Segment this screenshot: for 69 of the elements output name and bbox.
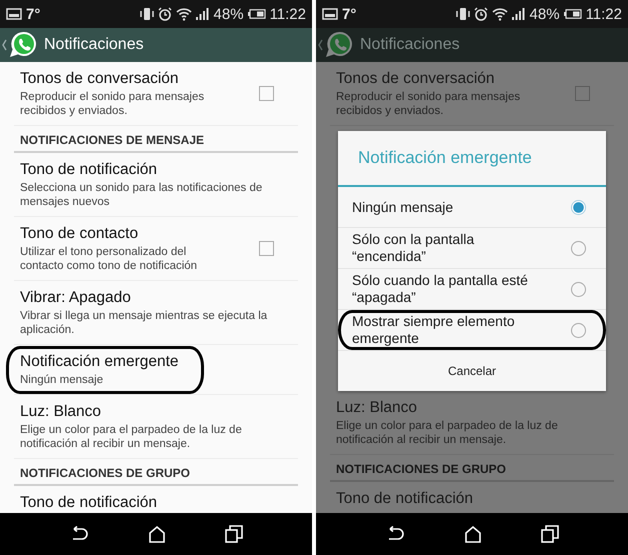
option-label: Sólo cuando la pantalla esté “apagada” bbox=[352, 272, 529, 306]
settings-item[interactable]: Tonos de conversación Reproducir el sonido para mensajes recibidos y enviados. bbox=[14, 62, 298, 126]
battery-percent: 48% bbox=[530, 6, 560, 22]
cancel-button[interactable]: Cancelar bbox=[338, 351, 606, 391]
setting-title: Luz: Blanco bbox=[336, 398, 418, 417]
setting-title: Tonos de conversación bbox=[336, 69, 496, 88]
vibrate-icon bbox=[140, 7, 154, 21]
setting-title: Luz: Blanco bbox=[20, 402, 102, 421]
home-icon[interactable] bbox=[148, 525, 166, 543]
setting-summary: Reproducir el sonido para mensajes recibidos y enviados. bbox=[20, 90, 206, 118]
section-header: NOTIFICACIONES DE GRUPO bbox=[20, 466, 190, 480]
settings-item[interactable]: Vibrar: Apagado Vibrar si llega un mensaje mientras se ejecuta la aplicación. bbox=[14, 281, 298, 345]
recent-apps-icon[interactable] bbox=[224, 525, 243, 543]
settings-item[interactable]: Luz: Blanco Elige un color para el parpadeo de la luz de notificación al recibir un mensaje. bbox=[330, 391, 614, 455]
notification-text: 7° bbox=[342, 6, 356, 22]
setting-title: Tono de notificación bbox=[336, 489, 474, 508]
section-header: NOTIFICACIONES DE GRUPO bbox=[336, 462, 506, 476]
notification-text: 7° bbox=[26, 6, 40, 22]
signal-icon bbox=[196, 8, 210, 20]
setting-title: Tono de contacto bbox=[20, 224, 140, 243]
radio-button[interactable] bbox=[571, 282, 586, 296]
settings-item[interactable]: Tono de contacto Utilizar el tono personalizado del contacto como tono de notificación bbox=[14, 217, 298, 281]
radio-button[interactable] bbox=[571, 200, 586, 214]
alarm-icon bbox=[158, 7, 172, 21]
radio-option[interactable]: Sólo con la pantalla “encendida” bbox=[338, 228, 606, 269]
setting-summary: Reproducir el sonido para mensajes recibidos y enviados. bbox=[336, 90, 522, 118]
settings-item[interactable]: Tonos de conversación Reproducir el sonido para mensajes recibidos y enviados. bbox=[330, 62, 614, 126]
settings-item[interactable]: Luz: Blanco Elige un color para el parpadeo de la luz de notificación al recibir un mensaje. bbox=[14, 395, 298, 459]
home-icon[interactable] bbox=[464, 525, 482, 543]
setting-title: Tono de notificación bbox=[20, 160, 158, 179]
setting-summary: Elige un color para el parpadeo de la luz de notificación al recibir un mensaje. bbox=[20, 423, 243, 451]
checkbox[interactable] bbox=[575, 86, 590, 101]
settings-item[interactable]: Tono de notificación Selecciona un sonido para las notificaciones de mensajes nuevos bbox=[14, 153, 298, 217]
setting-title: Tonos de conversación bbox=[20, 69, 180, 88]
clock-time: 11:22 bbox=[270, 6, 306, 22]
setting-summary: Selecciona un sonido para las notificaciones de mensajes nuevos bbox=[20, 181, 264, 209]
setting-summary: Utilizar el tono personalizado del contacto como tono de notificación bbox=[20, 245, 198, 273]
option-label: Sólo con la pantalla “encendida” bbox=[352, 231, 476, 265]
radio-option[interactable]: Ningún mensaje bbox=[338, 187, 606, 228]
checkbox[interactable] bbox=[259, 241, 274, 256]
vibrate-icon bbox=[456, 7, 470, 21]
screen-title: Notificaciones bbox=[360, 36, 460, 54]
recent-apps-icon[interactable] bbox=[540, 525, 559, 543]
option-label: Mostrar siempre elemento emergente bbox=[352, 313, 516, 347]
setting-title: Tono de notificación bbox=[20, 493, 158, 512]
wifi-icon bbox=[492, 7, 508, 21]
settings-item[interactable]: Notificación emergente Ningún mensaje bbox=[14, 345, 298, 395]
setting-summary: Vibrar si llega un mensaje mientras se ejecuta la aplicación. bbox=[20, 309, 268, 337]
setting-summary: Elige un color para el parpadeo de la luz de notificación al recibir un mensaje. bbox=[336, 419, 559, 447]
screen-title: Notificaciones bbox=[44, 36, 144, 54]
alarm-icon bbox=[474, 7, 488, 21]
image-icon bbox=[322, 8, 338, 20]
setting-title: Vibrar: Apagado bbox=[20, 288, 132, 307]
option-label: Ningún mensaje bbox=[352, 198, 454, 216]
wifi-icon bbox=[176, 7, 192, 21]
radio-button[interactable] bbox=[571, 322, 586, 338]
battery-percent: 48% bbox=[214, 6, 244, 22]
battery-icon bbox=[564, 9, 582, 19]
dialog-title: Notificación emergente bbox=[338, 131, 606, 187]
clock-time: 11:22 bbox=[586, 6, 622, 22]
setting-title: Notificación emergente bbox=[20, 352, 180, 371]
image-icon bbox=[6, 8, 22, 20]
setting-summary: Ningún mensaje bbox=[20, 373, 104, 387]
signal-icon bbox=[512, 8, 526, 20]
battery-icon bbox=[248, 9, 266, 19]
radio-button[interactable] bbox=[571, 240, 586, 256]
checkbox[interactable] bbox=[259, 86, 274, 101]
radio-option[interactable]: Sólo cuando la pantalla esté “apagada” bbox=[338, 269, 606, 310]
section-header: NOTIFICACIONES DE MENSAJE bbox=[20, 133, 204, 147]
